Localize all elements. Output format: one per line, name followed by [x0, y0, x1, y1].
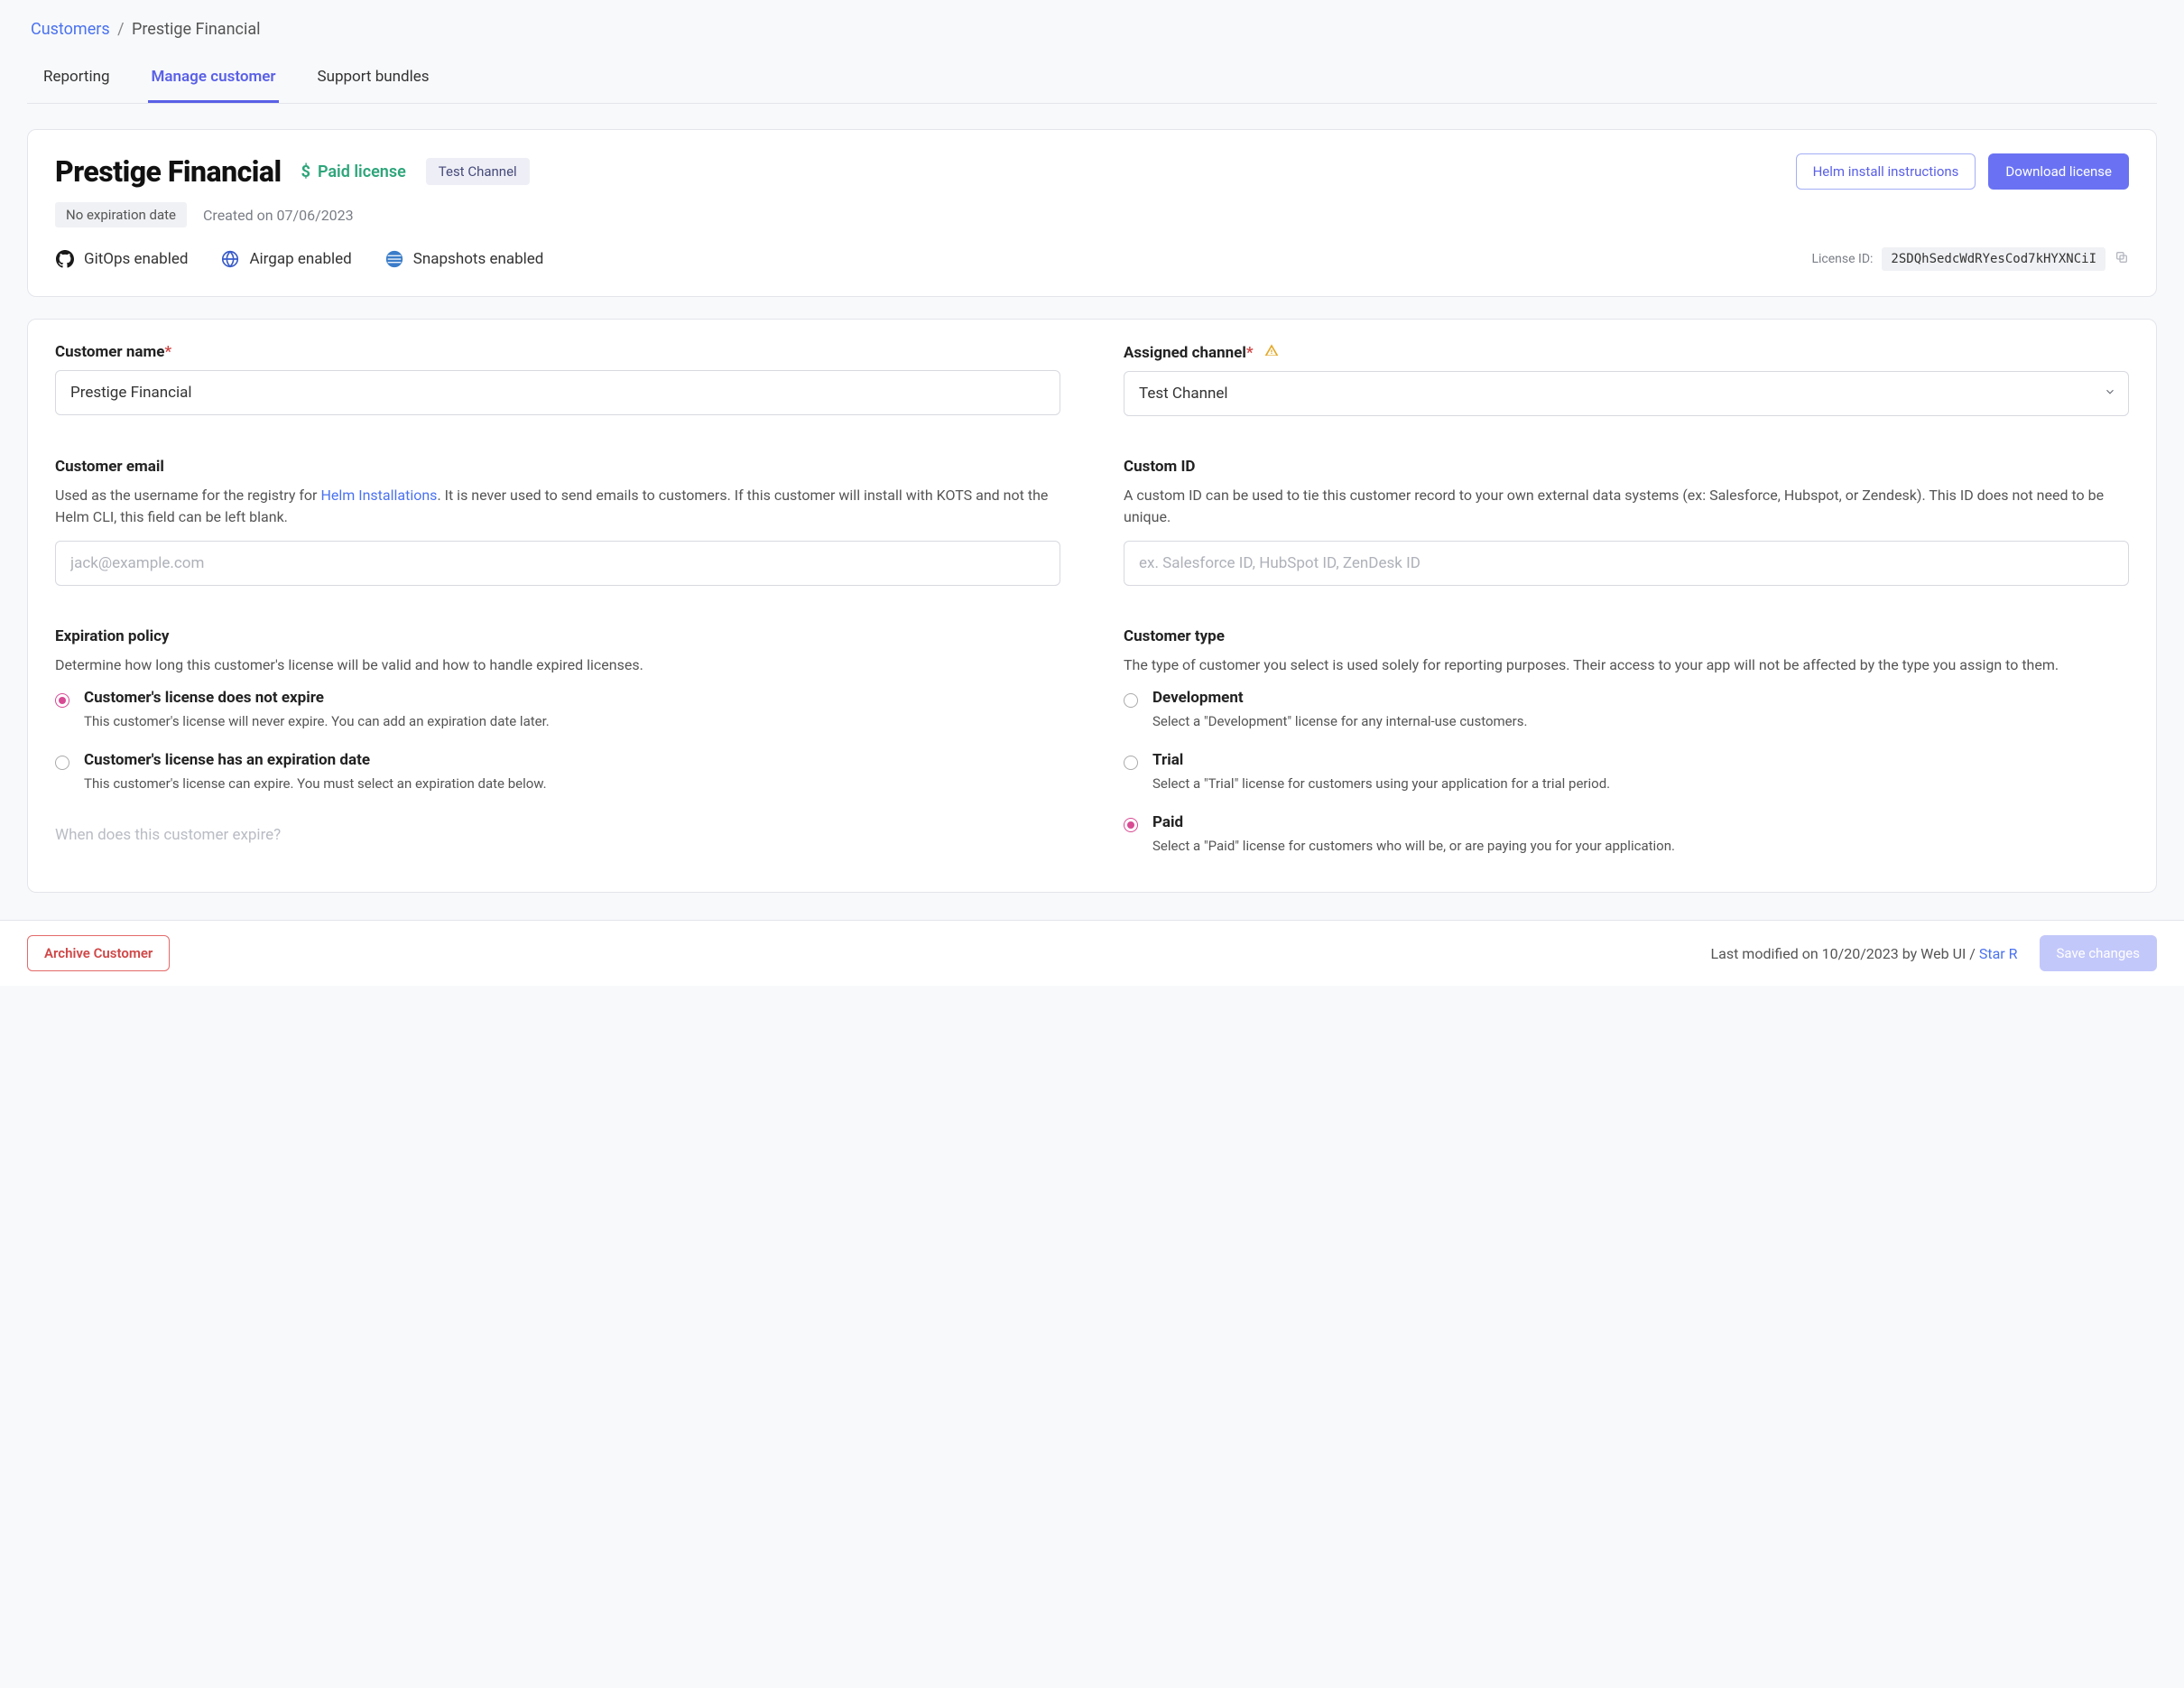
radio-development[interactable]: Development Select a "Development" licen… — [1124, 689, 2129, 731]
radio-no-expire-sub: This customer's license will never expir… — [84, 712, 550, 731]
helm-instructions-button[interactable]: Helm install instructions — [1796, 153, 1976, 190]
customer-name-label: Customer name* — [55, 343, 1060, 361]
custom-id-label: Custom ID — [1124, 458, 2129, 476]
feature-snapshots: Snapshots enabled — [384, 249, 544, 269]
breadcrumb-sep: / — [117, 20, 124, 39]
expire-when-label: When does this customer expire? — [55, 826, 1060, 844]
customer-email-label: Customer email — [55, 458, 1060, 476]
radio-dev-sub: Select a "Development" license for any i… — [1152, 712, 1527, 731]
radio-dev-title: Development — [1152, 689, 1527, 707]
feature-gitops: GitOps enabled — [55, 249, 188, 269]
license-type-label: Paid license — [318, 162, 406, 181]
license-id: License ID: 2SDQhSedcWdRYesCod7kHYXNCiI — [1811, 247, 2129, 271]
dollar-icon: $ — [301, 162, 310, 181]
required-star: * — [1246, 344, 1254, 362]
copy-icon[interactable] — [2115, 250, 2129, 268]
radio-icon — [55, 756, 69, 770]
breadcrumb: Customers / Prestige Financial — [27, 0, 2157, 48]
customer-email-desc: Used as the username for the registry fo… — [55, 485, 1060, 528]
assigned-channel-select[interactable]: Test Channel — [1124, 371, 2129, 416]
radio-paid[interactable]: Paid Select a "Paid" license for custome… — [1124, 813, 2129, 856]
tab-manage[interactable]: Manage customer — [148, 55, 280, 103]
customer-type-desc: The type of customer you select is used … — [1124, 654, 2129, 676]
archive-customer-button[interactable]: Archive Customer — [27, 935, 170, 971]
helm-installations-link[interactable]: Helm Installations — [320, 487, 437, 504]
radio-trial-sub: Select a "Trial" license for customers u… — [1152, 774, 1610, 793]
github-icon — [55, 249, 75, 269]
license-id-value: 2SDQhSedcWdRYesCod7kHYXNCiI — [1882, 247, 2105, 271]
radio-icon — [1124, 818, 1138, 832]
save-changes-button[interactable]: Save changes — [2040, 935, 2157, 971]
breadcrumb-root[interactable]: Customers — [31, 20, 110, 39]
radio-icon — [1124, 693, 1138, 708]
tab-bundles[interactable]: Support bundles — [313, 55, 432, 103]
feature-gitops-label: GitOps enabled — [84, 250, 188, 268]
footer: Archive Customer Last modified on 10/20/… — [0, 920, 2184, 986]
radio-no-expire-title: Customer's license does not expire — [84, 689, 550, 707]
radio-paid-title: Paid — [1152, 813, 1675, 831]
license-type-pill: $ Paid license — [301, 162, 406, 181]
tabs: Reporting Manage customer Support bundle… — [27, 55, 2157, 104]
radio-has-expire[interactable]: Customer's license has an expiration dat… — [55, 751, 1060, 793]
section-custom-id: Custom ID A custom ID can be used to tie… — [1124, 458, 2129, 586]
radio-has-expire-title: Customer's license has an expiration dat… — [84, 751, 547, 769]
download-license-button[interactable]: Download license — [1988, 153, 2129, 190]
required-star: * — [164, 343, 171, 361]
page-title: Prestige Financial — [55, 154, 282, 189]
section-customer-email: Customer email Used as the username for … — [55, 458, 1060, 586]
custom-id-desc: A custom ID can be used to tie this cust… — [1124, 485, 2129, 528]
radio-icon — [1124, 756, 1138, 770]
customer-email-input[interactable] — [55, 541, 1060, 586]
license-id-label: License ID: — [1811, 252, 1873, 266]
globe-icon — [220, 249, 240, 269]
warning-icon — [1261, 344, 1279, 362]
section-customer-name: Customer name* — [55, 343, 1060, 416]
channel-badge: Test Channel — [426, 158, 530, 185]
expiration-desc: Determine how long this customer's licen… — [55, 654, 1060, 676]
radio-no-expire[interactable]: Customer's license does not expire This … — [55, 689, 1060, 731]
feature-snapshots-label: Snapshots enabled — [413, 250, 544, 268]
snapshot-icon — [384, 249, 404, 269]
radio-icon — [55, 693, 69, 708]
breadcrumb-current: Prestige Financial — [132, 20, 260, 39]
expiration-badge: No expiration date — [55, 202, 187, 227]
customer-name-input[interactable] — [55, 370, 1060, 415]
form-card: Customer name* Assigned channel* Test Ch… — [27, 319, 2157, 893]
radio-trial-title: Trial — [1152, 751, 1610, 769]
header-card: Prestige Financial $ Paid license Test C… — [27, 129, 2157, 297]
section-expiration: Expiration policy Determine how long thi… — [55, 627, 1060, 856]
assigned-channel-label: Assigned channel* — [1124, 343, 2129, 362]
expiration-label: Expiration policy — [55, 627, 1060, 645]
custom-id-input[interactable] — [1124, 541, 2129, 586]
created-date: Created on 07/06/2023 — [203, 207, 354, 224]
tab-reporting[interactable]: Reporting — [40, 55, 114, 103]
section-assigned-channel: Assigned channel* Test Channel — [1124, 343, 2129, 416]
customer-type-label: Customer type — [1124, 627, 2129, 645]
radio-paid-sub: Select a "Paid" license for customers wh… — [1152, 837, 1675, 856]
last-modified: Last modified on 10/20/2023 by Web UI / … — [1711, 945, 2018, 962]
radio-has-expire-sub: This customer's license can expire. You … — [84, 774, 547, 793]
section-customer-type: Customer type The type of customer you s… — [1124, 627, 2129, 856]
modified-user-link[interactable]: Star R — [1979, 945, 2018, 962]
feature-airgap: Airgap enabled — [220, 249, 351, 269]
radio-trial[interactable]: Trial Select a "Trial" license for custo… — [1124, 751, 2129, 793]
feature-airgap-label: Airgap enabled — [249, 250, 351, 268]
